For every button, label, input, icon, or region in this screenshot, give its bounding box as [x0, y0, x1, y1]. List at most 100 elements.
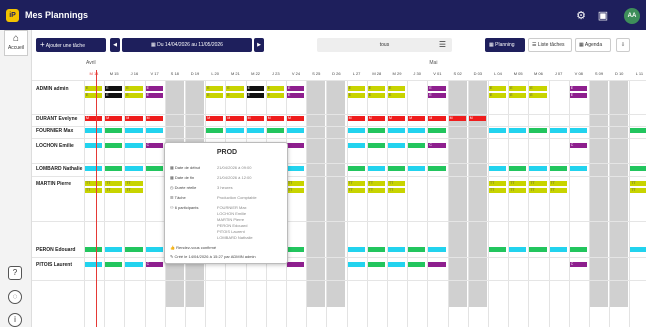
- task-block[interactable]: E: [489, 86, 507, 91]
- task-block[interactable]: TT: [529, 181, 547, 186]
- task-block[interactable]: E: [287, 93, 305, 98]
- task-block[interactable]: M: [428, 116, 446, 121]
- task-block[interactable]: [569, 128, 587, 133]
- task-block[interactable]: [246, 128, 264, 133]
- task-block[interactable]: TT: [287, 181, 305, 186]
- task-block[interactable]: C: [145, 143, 163, 148]
- task-block[interactable]: M: [125, 116, 143, 121]
- task-block[interactable]: [125, 262, 143, 267]
- task-block[interactable]: [85, 262, 103, 267]
- task-block[interactable]: E: [388, 86, 406, 91]
- task-block[interactable]: M: [145, 116, 163, 121]
- task-block[interactable]: M: [105, 116, 123, 121]
- task-block[interactable]: TT: [367, 188, 385, 193]
- task-block[interactable]: [388, 166, 406, 171]
- task-block[interactable]: [287, 128, 305, 133]
- task-block[interactable]: C: [569, 143, 587, 148]
- task-block[interactable]: [266, 128, 284, 133]
- task-block[interactable]: [630, 166, 646, 171]
- task-block[interactable]: [226, 128, 244, 133]
- task-block[interactable]: M: [287, 116, 305, 121]
- task-block[interactable]: [509, 128, 527, 133]
- task-block[interactable]: [367, 262, 385, 267]
- task-block[interactable]: E: [206, 86, 224, 91]
- task-block[interactable]: [347, 247, 365, 252]
- task-block[interactable]: [145, 166, 163, 171]
- filter-select[interactable]: tous ☰: [317, 38, 452, 52]
- date-range-button[interactable]: ▦ Du 14/04/2026 au 11/05/2026: [122, 38, 252, 52]
- task-block[interactable]: E: [226, 93, 244, 98]
- task-block[interactable]: TT: [85, 188, 103, 193]
- task-block[interactable]: [367, 143, 385, 148]
- task-block[interactable]: M: [367, 116, 385, 121]
- avatar[interactable]: AA: [624, 8, 640, 24]
- task-block[interactable]: [287, 166, 305, 171]
- task-block[interactable]: TT: [347, 188, 365, 193]
- task-block[interactable]: TT: [367, 181, 385, 186]
- task-block[interactable]: [367, 166, 385, 171]
- task-block[interactable]: [408, 143, 426, 148]
- task-block[interactable]: E: [145, 93, 163, 98]
- task-block[interactable]: [408, 262, 426, 267]
- task-block[interactable]: E: [509, 86, 527, 91]
- task-block[interactable]: [206, 128, 224, 133]
- task-block[interactable]: E: [85, 86, 103, 91]
- task-block[interactable]: TT: [549, 188, 567, 193]
- task-block[interactable]: E: [529, 86, 547, 91]
- task-block[interactable]: [630, 247, 646, 252]
- task-block[interactable]: [105, 166, 123, 171]
- task-block[interactable]: TT: [388, 188, 406, 193]
- task-block[interactable]: E: [105, 86, 123, 91]
- task-block[interactable]: TT: [85, 181, 103, 186]
- task-block[interactable]: [388, 143, 406, 148]
- task-block[interactable]: [549, 247, 567, 252]
- task-block[interactable]: [85, 247, 103, 252]
- task-block[interactable]: E: [246, 86, 264, 91]
- task-block[interactable]: E: [509, 93, 527, 98]
- task-block[interactable]: TT: [549, 181, 567, 186]
- task-block[interactable]: [85, 128, 103, 133]
- task-block[interactable]: TT: [105, 181, 123, 186]
- task-block[interactable]: M: [246, 116, 264, 121]
- task-block[interactable]: M: [226, 116, 244, 121]
- task-block[interactable]: C: [145, 262, 163, 267]
- task-block[interactable]: TT: [630, 188, 646, 193]
- task-block[interactable]: E: [569, 93, 587, 98]
- task-block[interactable]: [529, 247, 547, 252]
- task-block[interactable]: E: [266, 86, 284, 91]
- task-block[interactable]: E: [85, 93, 103, 98]
- task-block[interactable]: M: [448, 116, 466, 121]
- task-block[interactable]: E: [388, 93, 406, 98]
- task-block[interactable]: [145, 128, 163, 133]
- task-block[interactable]: [367, 247, 385, 252]
- task-block[interactable]: [125, 166, 143, 171]
- task-block[interactable]: TT: [630, 181, 646, 186]
- task-block[interactable]: TT: [347, 181, 365, 186]
- task-block[interactable]: [347, 128, 365, 133]
- task-block[interactable]: TT: [125, 181, 143, 186]
- task-block[interactable]: M: [206, 116, 224, 121]
- task-block[interactable]: [125, 247, 143, 252]
- task-block[interactable]: E: [125, 86, 143, 91]
- help-icon[interactable]: ?: [8, 266, 22, 280]
- task-block[interactable]: M: [388, 116, 406, 121]
- task-block[interactable]: M: [85, 116, 103, 121]
- task-block[interactable]: [367, 128, 385, 133]
- task-block[interactable]: [287, 247, 305, 252]
- task-block[interactable]: [549, 166, 567, 171]
- task-block[interactable]: TT: [388, 181, 406, 186]
- task-block[interactable]: [347, 262, 365, 267]
- task-block[interactable]: M: [468, 116, 486, 121]
- info-icon[interactable]: i: [8, 313, 22, 327]
- task-list-view-button[interactable]: ☰ Liste tâches: [528, 38, 572, 52]
- task-block[interactable]: [489, 166, 507, 171]
- task-block[interactable]: TT: [287, 188, 305, 193]
- task-block[interactable]: C: [428, 143, 446, 148]
- home-button[interactable]: ⌂ Accueil: [4, 30, 28, 56]
- add-task-button[interactable]: + Ajouter une tâche: [36, 38, 106, 52]
- task-block[interactable]: [428, 247, 446, 252]
- task-block[interactable]: E: [347, 86, 365, 91]
- task-block[interactable]: [105, 262, 123, 267]
- task-block[interactable]: [489, 128, 507, 133]
- task-block[interactable]: TT: [489, 181, 507, 186]
